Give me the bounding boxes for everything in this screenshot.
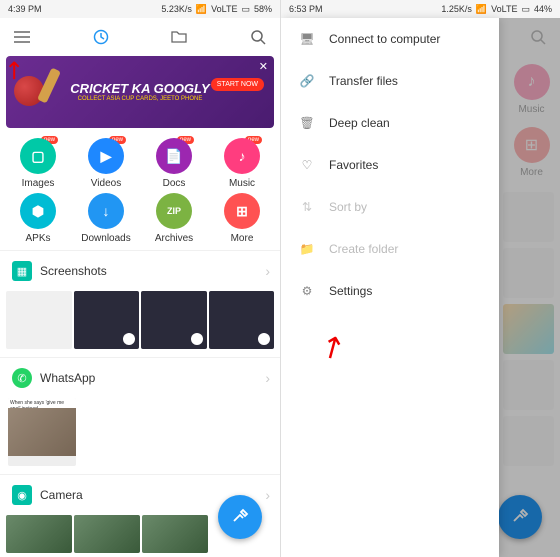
camera-icon: ◉: [12, 485, 32, 505]
toolbar: [0, 18, 280, 56]
grid-item-images[interactable]: new▢Images: [6, 138, 70, 189]
drawer-item-connect-to-computer[interactable]: 🖥Connect to computer: [281, 18, 499, 60]
drawer-item-create-folder: 📁Create folder: [281, 228, 499, 270]
screenshots-section[interactable]: ▦ Screenshots: [0, 250, 280, 291]
docs-icon: 📄: [156, 138, 192, 174]
screenshots-thumbs: [0, 291, 280, 357]
right-screenshot: 6:53 PM 1.25K/s 📶 VoLTE ▭ 44% ♪ Music ⊞ …: [280, 0, 560, 557]
clock-icon[interactable]: [93, 29, 109, 45]
hamburger-icon[interactable]: [14, 31, 30, 43]
more-icon: ⊞: [224, 193, 260, 229]
thumbnail[interactable]: [6, 515, 72, 553]
status-bar: 4:39 PM 5.23K/s 📶 VoLTE ▭ 58%: [0, 0, 280, 18]
downloads-icon: ↓: [88, 193, 124, 229]
status-bar: 6:53 PM 1.25K/s 📶 VoLTE ▭ 44%: [281, 0, 560, 18]
drawer-item-settings[interactable]: ⚙Settings: [281, 270, 499, 312]
promo-banner[interactable]: CRICKET KA GOOGLY COLLECT ASIA CUP CARDS…: [6, 56, 274, 128]
whatsapp-section[interactable]: ✆ WhatsApp: [0, 357, 280, 398]
status-time: 4:39 PM: [8, 4, 42, 14]
grid-item-music[interactable]: new♪Music: [210, 138, 274, 189]
music-icon: ♪: [224, 138, 260, 174]
thumbnail[interactable]: [74, 291, 140, 349]
start-now-button[interactable]: START NOW: [211, 78, 264, 91]
close-icon[interactable]: ✕: [259, 60, 268, 73]
grid-item-archives[interactable]: ZIPArchives: [142, 193, 206, 244]
grid-item-apks[interactable]: ⬢APKs: [6, 193, 70, 244]
archives-icon: ZIP: [156, 193, 192, 229]
apks-icon: ⬢: [20, 193, 56, 229]
trash-icon: 🗑: [299, 116, 315, 130]
clean-fab[interactable]: [218, 495, 262, 539]
folder-icon[interactable]: [171, 30, 187, 44]
videos-icon: ▶: [88, 138, 124, 174]
status-time: 6:53 PM: [289, 4, 323, 14]
drawer-item-deep-clean[interactable]: 🗑Deep clean: [281, 102, 499, 144]
monitor-icon: 🖥: [299, 32, 315, 46]
screenshots-icon: ▦: [12, 261, 32, 281]
drawer-item-sort-by: ⇅Sort by: [281, 186, 499, 228]
grid-item-docs[interactable]: new📄Docs: [142, 138, 206, 189]
grid-item-more[interactable]: ⊞More: [210, 193, 274, 244]
link-icon: 🔗: [299, 74, 315, 88]
folder-icon: 📁: [299, 242, 315, 256]
left-screenshot: 4:39 PM 5.23K/s 📶 VoLTE ▭ 58% CRICKET KA…: [0, 0, 280, 557]
search-icon[interactable]: [250, 29, 266, 45]
grid-item-videos[interactable]: new▶Videos: [74, 138, 138, 189]
whatsapp-icon: ✆: [12, 368, 32, 388]
category-grid: new▢Imagesnew▶Videosnew📄Docsnew♪Music ⬢AP…: [0, 128, 280, 250]
thumbnail[interactable]: [74, 515, 140, 553]
thumbnail[interactable]: [141, 291, 207, 349]
grid-item-downloads[interactable]: ↓Downloads: [74, 193, 138, 244]
thumbnail[interactable]: [142, 515, 208, 553]
nav-drawer: 🖥Connect to computer🔗Transfer files🗑Deep…: [281, 18, 499, 557]
drawer-item-transfer-files[interactable]: 🔗Transfer files: [281, 60, 499, 102]
thumbnail[interactable]: [6, 291, 72, 349]
whatsapp-thumbnail[interactable]: When she says 'give me anal' instead: [8, 398, 76, 466]
drawer-item-favorites[interactable]: ♡Favorites: [281, 144, 499, 186]
thumbnail[interactable]: [209, 291, 275, 349]
images-icon: ▢: [20, 138, 56, 174]
sort-icon: ⇅: [299, 200, 315, 214]
heart-icon: ♡: [299, 158, 315, 172]
gear-icon: ⚙: [299, 284, 315, 298]
